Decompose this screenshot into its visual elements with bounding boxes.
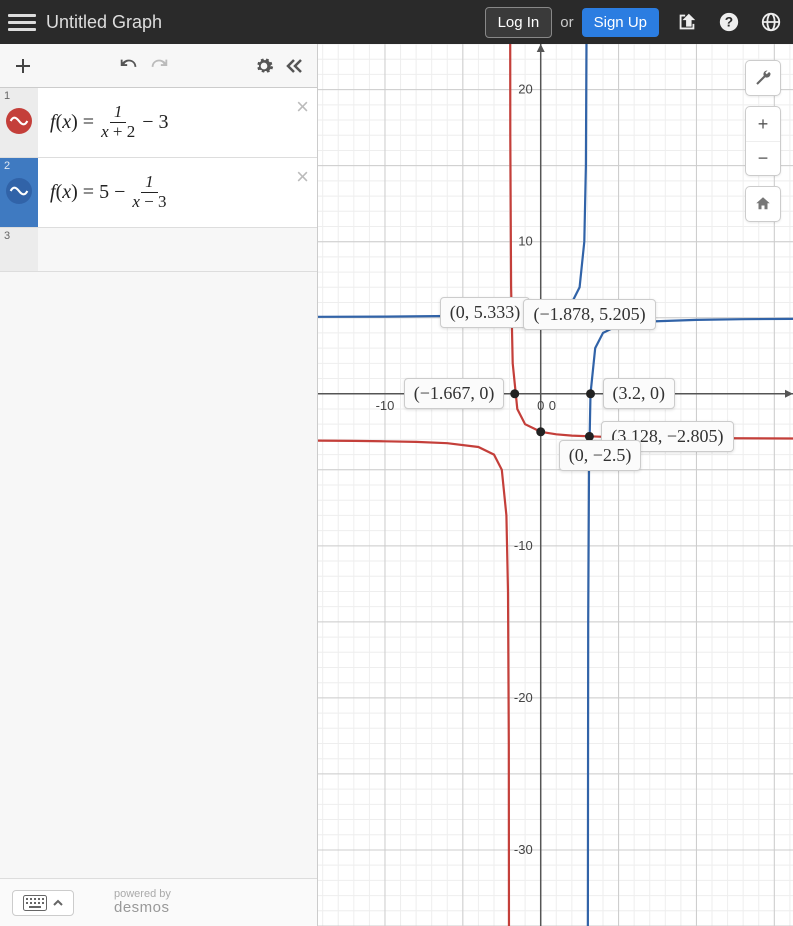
delete-expression-button[interactable]: × — [296, 94, 309, 120]
expression-content[interactable]: f(x) = 5 − 1x − 3 — [38, 158, 317, 227]
powered-by-label: powered by desmos — [114, 888, 171, 917]
expression-row-blank[interactable]: 3 — [0, 228, 317, 272]
help-icon[interactable]: ? — [715, 8, 743, 36]
point-label: (3.2, 0) — [603, 378, 676, 409]
expression-content[interactable]: f(x) = 1x + 2 − 3 — [38, 88, 317, 157]
svg-text:20: 20 — [518, 82, 532, 97]
home-icon — [754, 195, 772, 213]
expression-gutter[interactable]: 2 — [0, 158, 38, 227]
svg-text:-10: -10 — [514, 538, 533, 553]
signup-button[interactable]: Sign Up — [582, 8, 659, 37]
svg-text:-10: -10 — [376, 398, 395, 413]
point-label: (−1.878, 5.205) — [523, 299, 655, 330]
expression-color-icon[interactable] — [6, 108, 32, 134]
graph-controls: + − — [745, 60, 781, 222]
expression-index: 3 — [4, 230, 10, 242]
expression-content[interactable] — [38, 228, 317, 271]
expression-index: 2 — [4, 160, 10, 172]
app-header: Untitled Graph Log In or Sign Up ? — [0, 0, 793, 44]
menu-icon[interactable] — [8, 8, 36, 36]
panel-toolbar — [0, 44, 317, 88]
point-label: (−1.667, 0) — [404, 378, 505, 409]
expression-index: 1 — [4, 90, 10, 102]
zoom-in-button[interactable]: + — [746, 107, 780, 141]
home-button[interactable] — [746, 187, 780, 221]
settings-icon[interactable] — [249, 51, 279, 81]
zoom-out-button[interactable]: − — [746, 141, 780, 175]
svg-text:0: 0 — [549, 398, 556, 413]
wrench-icon — [754, 69, 772, 87]
panel-footer: powered by desmos — [0, 878, 317, 926]
language-icon[interactable] — [757, 8, 785, 36]
keyboard-toggle-button[interactable] — [12, 890, 74, 916]
graph-svg: -10 0 -30 -20 -10 10 20 0 — [318, 44, 793, 926]
svg-text:-20: -20 — [514, 690, 533, 705]
point-label: (0, −2.5) — [559, 440, 642, 471]
or-label: or — [560, 14, 573, 31]
svg-text:?: ? — [725, 15, 733, 30]
expression-row[interactable]: 2 f(x) = 5 − 1x − 3 × — [0, 158, 317, 228]
undo-button[interactable] — [114, 51, 144, 81]
expression-list: 1 f(x) = 1x + 2 − 3 × 2 — [0, 88, 317, 878]
expression-gutter[interactable]: 1 — [0, 88, 38, 157]
svg-text:10: 10 — [518, 234, 532, 249]
svg-text:0: 0 — [537, 398, 544, 413]
add-expression-button[interactable] — [8, 51, 38, 81]
svg-text:-30: -30 — [514, 842, 533, 857]
collapse-panel-button[interactable] — [279, 51, 309, 81]
graph-settings-button[interactable] — [746, 61, 780, 95]
main-area: 1 f(x) = 1x + 2 − 3 × 2 — [0, 44, 793, 926]
expression-gutter: 3 — [0, 228, 38, 271]
redo-button[interactable] — [144, 51, 174, 81]
delete-expression-button[interactable]: × — [296, 164, 309, 190]
graph-area[interactable]: -10 0 -30 -20 -10 10 20 0 + − (0, 5.333)(−1.878… — [318, 44, 793, 926]
graph-title[interactable]: Untitled Graph — [46, 12, 162, 33]
chevron-up-icon — [53, 898, 63, 908]
login-button[interactable]: Log In — [485, 7, 553, 38]
share-icon[interactable] — [673, 8, 701, 36]
expression-color-icon[interactable] — [6, 178, 32, 204]
point-label: (0, 5.333) — [440, 297, 531, 328]
expression-panel: 1 f(x) = 1x + 2 − 3 × 2 — [0, 44, 318, 926]
keyboard-icon — [23, 895, 47, 911]
expression-row[interactable]: 1 f(x) = 1x + 2 − 3 × — [0, 88, 317, 158]
